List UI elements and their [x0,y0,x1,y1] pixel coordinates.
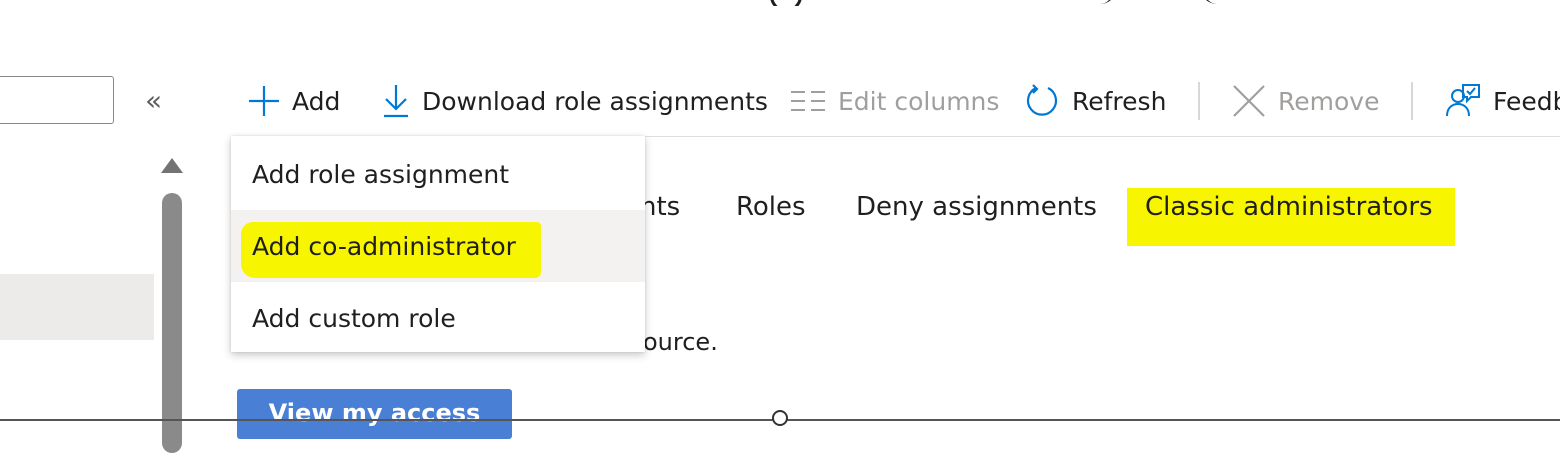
refresh-button[interactable]: Refresh [1024,80,1166,122]
tab-classic-administrators[interactable]: Classic administrators [1145,192,1433,222]
edit-columns-button[interactable]: Edit columns [790,80,999,122]
menu-item-add-custom-role[interactable]: Add custom role [231,282,645,354]
menu-item-add-role-assignment[interactable]: Add role assignment [231,138,645,210]
tab-deny-assignments[interactable]: Deny assignments [856,192,1097,222]
menu-item-add-co-administrator[interactable]: Add co-administrator [231,210,645,282]
collapse-sidebar-button[interactable]: « [145,84,162,117]
refresh-icon [1024,83,1060,119]
toolbar-divider [1198,82,1200,120]
view-my-access-button[interactable]: View my access [237,389,512,439]
scrollbar[interactable] [157,148,187,453]
plus-icon [248,85,280,117]
scrollbar-thumb[interactable] [162,193,182,453]
tab-role-assignments[interactable]: nts [640,192,680,222]
description-text: ource. [643,328,718,356]
remove-button[interactable]: Remove [1232,80,1379,122]
columns-icon [790,90,826,112]
feedback-person-icon [1445,83,1481,119]
add-dropdown-menu: Add role assignment Add co-administrator… [231,136,645,352]
download-role-assignments-button[interactable]: Download role assignments [382,80,768,122]
add-button[interactable]: Add [248,80,340,122]
resize-handle[interactable] [772,410,788,426]
filter-input[interactable] [0,76,114,124]
page-title-cutoff [520,0,1220,6]
close-icon [1232,84,1266,118]
sidebar-selected-item[interactable] [0,274,154,340]
feedback-button[interactable]: Feedback [1445,80,1560,122]
scroll-up-arrow-icon[interactable] [161,158,183,173]
download-icon [382,84,410,118]
tab-roles[interactable]: Roles [736,192,806,222]
toolbar-divider [1411,82,1413,120]
